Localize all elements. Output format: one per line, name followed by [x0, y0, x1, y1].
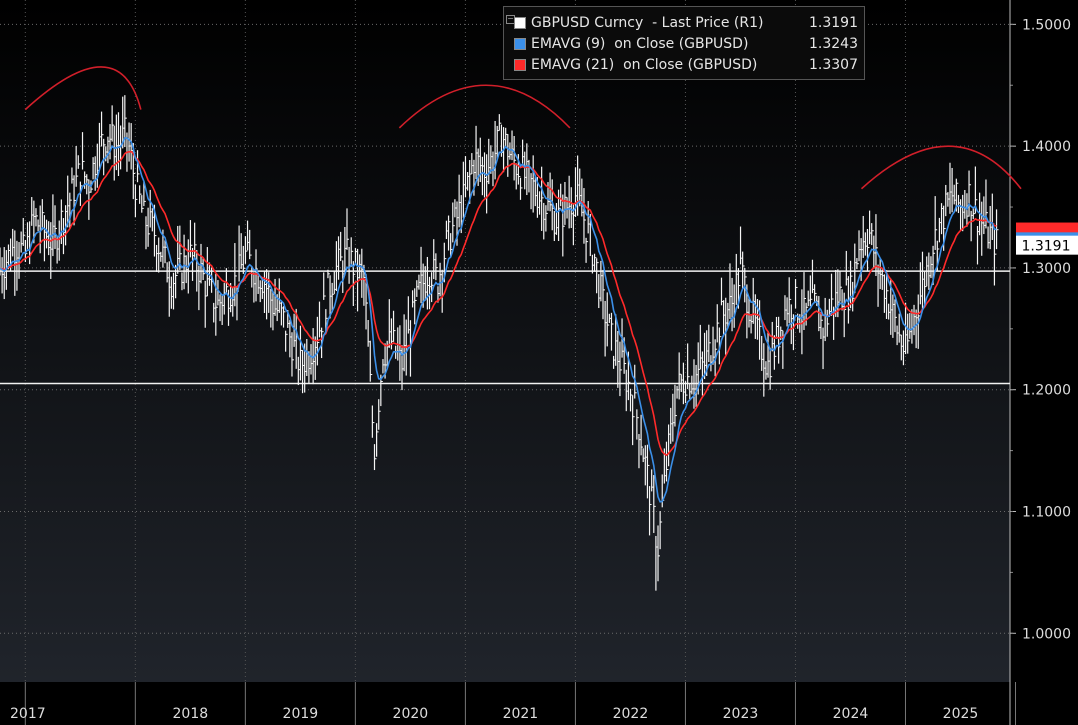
y-tick-label: 1.3000 — [1022, 261, 1071, 277]
x-tick-label: 2017 — [10, 706, 46, 722]
collapse-icon[interactable]: − — [506, 15, 515, 24]
y-tick-label: 1.4000 — [1022, 139, 1071, 155]
y-tick-label: 1.2000 — [1022, 383, 1071, 399]
axis-background — [1010, 0, 1078, 725]
y-tick-label: 1.5000 — [1022, 17, 1071, 33]
legend-item-ema21[interactable]: EMAVG (21) on Close (GBPUSD) 1.3307 — [514, 54, 858, 75]
x-tick-label: 2025 — [943, 706, 979, 722]
chart-legend[interactable]: − GBPUSD Curncy - Last Price (R1) 1.3191… — [503, 6, 865, 80]
ema21-value-tag — [1016, 222, 1078, 233]
x-tick-label: 2023 — [723, 706, 759, 722]
y-tick-label: 1.0000 — [1022, 626, 1071, 642]
legend-swatch-red — [514, 58, 526, 71]
x-tick-label: 2018 — [173, 706, 209, 722]
y-tick-label: 1.1000 — [1022, 505, 1071, 521]
legend-label: EMAVG (21) on Close (GBPUSD) — [531, 56, 758, 73]
legend-item-ema9[interactable]: EMAVG (9) on Close (GBPUSD) 1.3243 — [514, 33, 858, 54]
x-tick-label: 2021 — [503, 706, 539, 722]
price-chart[interactable]: 1.5000 1.4000 1.3000 1.2000 1.1000 1.0000 2017… — [0, 0, 1078, 725]
legend-value: 1.3307 — [809, 56, 858, 73]
legend-swatch-blue — [514, 37, 526, 50]
legend-item-price[interactable]: GBPUSD Curncy - Last Price (R1) 1.3191 — [514, 12, 858, 33]
legend-swatch-white — [514, 16, 526, 29]
legend-label: EMAVG (9) on Close (GBPUSD) — [531, 35, 749, 52]
legend-value: 1.3243 — [809, 35, 858, 52]
plot-background — [0, 0, 1010, 682]
x-tick-label: 2020 — [393, 706, 429, 722]
x-tick-label: 2022 — [613, 706, 649, 722]
last-price-label: 1.3191 — [1022, 239, 1071, 255]
legend-value: 1.3191 — [809, 14, 858, 31]
x-tick-label: 2019 — [283, 706, 319, 722]
x-tick-label: 2024 — [833, 706, 869, 722]
legend-label: GBPUSD Curncy - Last Price (R1) — [531, 14, 764, 31]
